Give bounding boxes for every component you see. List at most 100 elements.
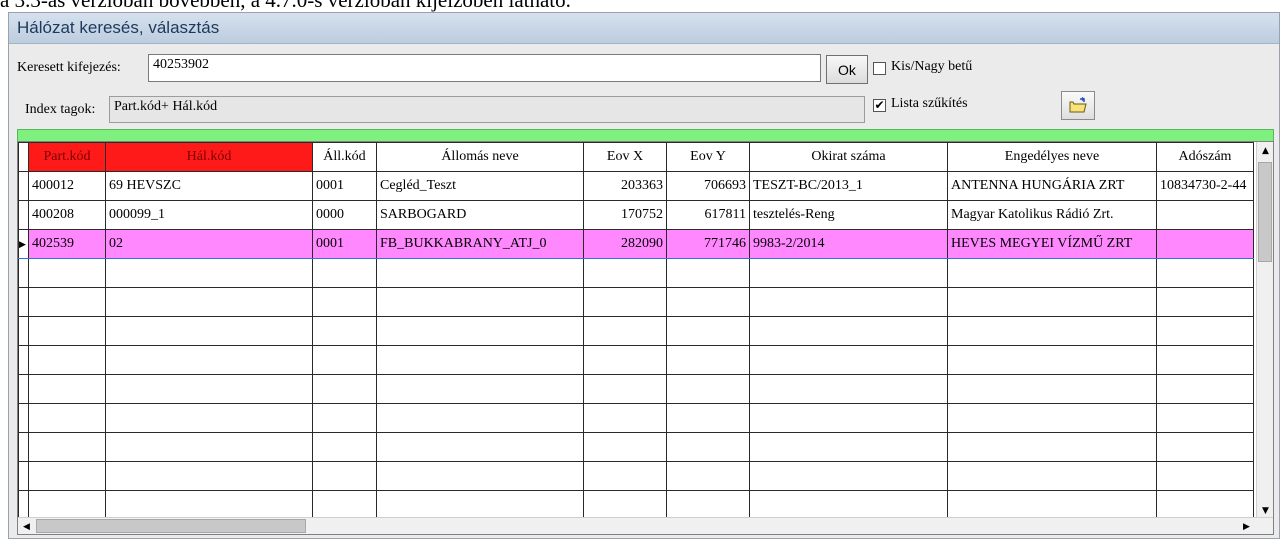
- empty-cell: [1156, 461, 1254, 491]
- column-header[interactable]: Eov Y: [666, 142, 750, 172]
- cell-okirat: TESZT-BC/2013_1: [749, 171, 948, 201]
- empty-cell: [376, 316, 584, 346]
- empty-cell: [583, 345, 667, 375]
- empty-cell: [312, 461, 377, 491]
- empty-cell: [105, 403, 313, 433]
- empty-cell: [376, 403, 584, 433]
- ok-button[interactable]: Ok: [826, 55, 868, 84]
- narrow-list-label: Lista szűkítés: [891, 96, 968, 111]
- empty-row: [18, 258, 1254, 288]
- empty-cell: [947, 287, 1157, 317]
- cell-all-kod: 0001: [312, 171, 377, 201]
- cell-eov-x: 282090: [583, 229, 667, 259]
- scroll-left-icon[interactable]: ◀: [18, 518, 35, 534]
- title-bar: Hálózat keresés, választás: [9, 13, 1279, 44]
- empty-cell: [666, 345, 750, 375]
- empty-row: [18, 461, 1254, 491]
- empty-cell: [18, 258, 29, 288]
- column-header[interactable]: Adószám: [1156, 142, 1254, 172]
- empty-cell: [947, 258, 1157, 288]
- results-table: Part.kód Hál.kód Áll.kód Állomás neve Eo…: [18, 142, 1254, 520]
- scroll-up-icon[interactable]: ▲: [1257, 142, 1273, 159]
- empty-cell: [18, 403, 29, 433]
- cell-engedelyes: ANTENNA HUNGÁRIA ZRT: [947, 171, 1157, 201]
- cell-allomas-neve: FB_BUKKABRANY_ATJ_0: [376, 229, 584, 259]
- empty-cell: [666, 316, 750, 346]
- window-title: Hálózat keresés, választás: [17, 18, 220, 37]
- column-header[interactable]: Állomás neve: [376, 142, 584, 172]
- table-row-selected[interactable]: ▶ 402539 02 0001 FB_BUKKABRANY_ATJ_0 282…: [18, 229, 1254, 259]
- empty-cell: [947, 403, 1157, 433]
- case-sensitive-checkbox[interactable]: [873, 62, 886, 75]
- background-text: a 3.3-as verzióban bővebben, a 4.7.0-s v…: [0, 0, 571, 12]
- column-header[interactable]: Engedélyes neve: [947, 142, 1157, 172]
- cell-eov-y: 771746: [666, 229, 750, 259]
- table-row[interactable]: 400012 69 HEVSZC 0001 Cegléd_Teszt 20336…: [18, 171, 1254, 201]
- horizontal-scroll-thumb[interactable]: [36, 519, 306, 533]
- empty-cell: [749, 374, 948, 404]
- empty-cell: [947, 316, 1157, 346]
- table-row[interactable]: 400208 000099_1 0000 SARBOGARD 170752 61…: [18, 200, 1254, 230]
- background-document-strip: a 3.3-as verzióban bővebben, a 4.7.0-s v…: [0, 0, 1287, 12]
- empty-cell: [947, 490, 1157, 520]
- filter-bar: [17, 129, 1274, 141]
- row-indicator-header: [18, 142, 29, 172]
- empty-cell: [583, 287, 667, 317]
- horizontal-scrollbar[interactable]: ◀ ▶: [18, 517, 1273, 534]
- empty-cell: [376, 432, 584, 462]
- results-grid: Part.kód Hál.kód Áll.kód Állomás neve Eo…: [17, 141, 1274, 535]
- empty-cell: [947, 374, 1157, 404]
- column-header[interactable]: Okirat száma: [749, 142, 948, 172]
- column-header[interactable]: Eov X: [583, 142, 667, 172]
- case-sensitive-label: Kis/Nagy betű: [891, 59, 973, 74]
- vertical-scroll-thumb[interactable]: [1258, 162, 1272, 262]
- empty-cell: [376, 461, 584, 491]
- narrow-list-checkbox[interactable]: ✔: [873, 99, 886, 112]
- empty-cell: [312, 345, 377, 375]
- empty-cell: [312, 316, 377, 346]
- empty-cell: [749, 316, 948, 346]
- cell-hal-kod: 000099_1: [105, 200, 313, 230]
- current-row-arrow-icon: ▶: [18, 229, 29, 259]
- cell-adoszam: [1156, 229, 1254, 259]
- empty-cell: [376, 490, 584, 520]
- empty-cell: [1156, 432, 1254, 462]
- empty-cell: [105, 490, 313, 520]
- empty-cell: [666, 258, 750, 288]
- cell-eov-x: 203363: [583, 171, 667, 201]
- empty-cell: [666, 461, 750, 491]
- open-folder-icon: [1069, 97, 1087, 113]
- empty-rows: [18, 258, 1254, 520]
- empty-cell: [1156, 374, 1254, 404]
- open-folder-button[interactable]: [1061, 91, 1095, 120]
- index-label: Index tagok:: [25, 102, 96, 117]
- empty-cell: [312, 258, 377, 288]
- empty-cell: [312, 490, 377, 520]
- empty-cell: [749, 403, 948, 433]
- empty-cell: [666, 374, 750, 404]
- empty-row: [18, 287, 1254, 317]
- empty-cell: [376, 287, 584, 317]
- cell-part-kod: 402539: [28, 229, 106, 259]
- search-input[interactable]: 40253902: [148, 54, 821, 82]
- empty-cell: [749, 490, 948, 520]
- column-header[interactable]: Áll.kód: [312, 142, 377, 172]
- cell-adoszam: [1156, 200, 1254, 230]
- scroll-right-icon[interactable]: ▶: [1238, 518, 1255, 534]
- empty-cell: [1156, 258, 1254, 288]
- empty-cell: [583, 490, 667, 520]
- empty-cell: [376, 345, 584, 375]
- search-label: Keresett kifejezés:: [17, 60, 121, 75]
- empty-cell: [947, 432, 1157, 462]
- column-header[interactable]: Hál.kód: [105, 142, 313, 172]
- cell-hal-kod: 02: [105, 229, 313, 259]
- vertical-scrollbar[interactable]: ▲ ▼: [1256, 142, 1273, 519]
- empty-cell: [28, 490, 106, 520]
- column-header[interactable]: Part.kód: [28, 142, 106, 172]
- cell-allomas-neve: Cegléd_Teszt: [376, 171, 584, 201]
- header-row: Part.kód Hál.kód Áll.kód Állomás neve Eo…: [18, 142, 1254, 172]
- empty-cell: [105, 374, 313, 404]
- empty-cell: [105, 287, 313, 317]
- empty-cell: [105, 258, 313, 288]
- empty-row: [18, 345, 1254, 375]
